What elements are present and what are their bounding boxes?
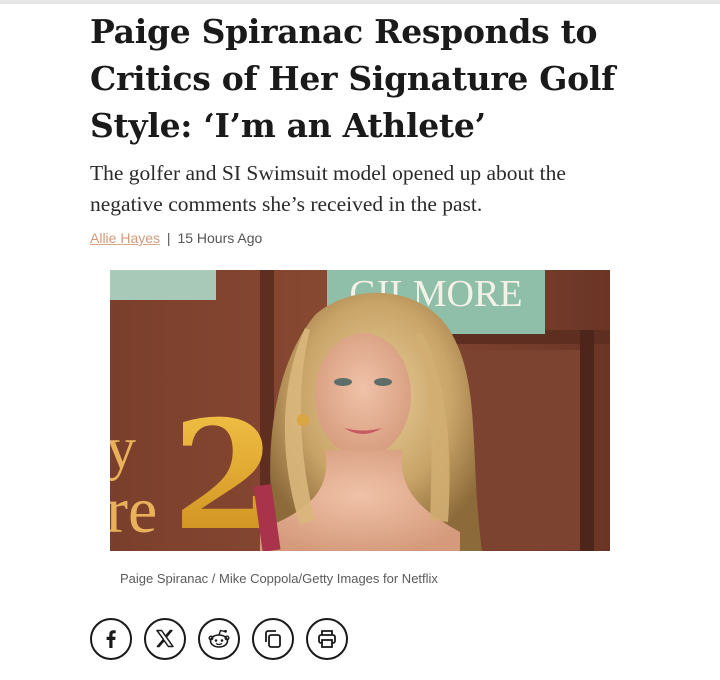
print-icon [318, 630, 336, 648]
copy-link-button[interactable] [252, 618, 294, 660]
facebook-icon [106, 630, 116, 648]
timestamp: 15 Hours Ago [177, 230, 263, 246]
headline: Paige Spiranac Responds to Critics of He… [90, 12, 616, 145]
image-caption: Paige Spiranac / Mike Coppola/Getty Imag… [120, 571, 438, 586]
svg-text:y: y [110, 415, 136, 481]
share-bar [90, 618, 348, 660]
x-icon [156, 629, 174, 648]
reddit-share-button[interactable] [198, 618, 240, 660]
top-divider [0, 0, 720, 4]
svg-text:re: re [110, 474, 157, 547]
article-dek: The golfer and SI Swimsuit model opened … [90, 161, 566, 216]
hero-photo: GILMORE y re 2 [110, 270, 610, 551]
hero-image: GILMORE y re 2 [110, 270, 610, 551]
byline: Allie Hayes | 15 Hours Ago [90, 230, 262, 246]
x-share-button[interactable] [144, 618, 186, 660]
author-link[interactable]: Allie Hayes [90, 230, 160, 246]
copy-link-icon [265, 630, 281, 648]
byline-separator: | [166, 230, 171, 246]
facebook-share-button[interactable] [90, 618, 132, 660]
reddit-icon [208, 629, 230, 648]
print-button[interactable] [306, 618, 348, 660]
